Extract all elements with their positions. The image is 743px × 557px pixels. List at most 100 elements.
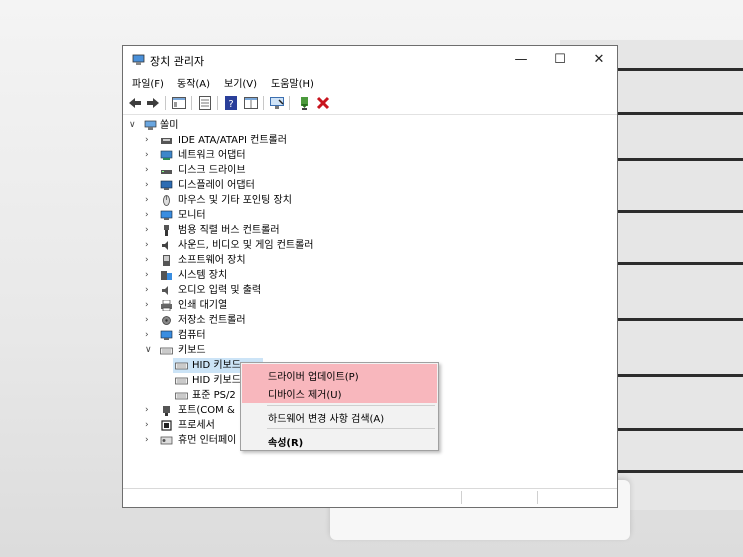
tree-item-label: 마우스 및 기타 포인팅 장치: [178, 195, 292, 206]
tree-item-ports[interactable]: › 포트(COM &: [145, 403, 241, 418]
tree-item-computer[interactable]: › 컴퓨터: [145, 328, 365, 343]
chevron-right-icon[interactable]: ›: [145, 418, 155, 433]
update-driver-item[interactable]: 드라이버 업데이트(P): [268, 368, 359, 383]
tree-item-label: 모니터: [178, 210, 206, 221]
tree-item-print-queue[interactable]: › 인쇄 대기열: [145, 298, 365, 313]
tree-item-label: 범용 직렬 버스 컨트롤러: [178, 225, 280, 236]
chevron-right-icon[interactable]: ›: [145, 208, 155, 223]
mouse-icon: [163, 195, 170, 206]
tree-item-network[interactable]: › 네트워크 어댑터: [145, 148, 365, 163]
audio-io-icon: [162, 286, 168, 295]
chevron-right-icon[interactable]: ›: [145, 178, 155, 193]
properties-icon[interactable]: [197, 95, 213, 111]
tree-item-label: 인쇄 대기열: [178, 300, 228, 311]
chevron-right-icon[interactable]: ›: [145, 403, 155, 418]
close-button[interactable]: ✕: [579, 48, 619, 72]
chevron-down-icon[interactable]: ∨: [145, 343, 155, 358]
printer-icon: [161, 300, 172, 311]
help-icon[interactable]: ?: [223, 95, 239, 111]
tree-item-label: 디스크 드라이브: [178, 165, 246, 176]
tree-item-label: 소프트웨어 장치: [178, 255, 246, 266]
scan-hardware-item[interactable]: 하드웨어 변경 사항 검색(A): [268, 410, 384, 425]
system-device-icon: [161, 271, 172, 280]
svg-text:?: ?: [228, 99, 233, 110]
maximize-button[interactable]: ☐: [540, 48, 580, 72]
tree-item-keyboard[interactable]: ∨ 키보드: [145, 343, 365, 358]
update-driver-icon[interactable]: [297, 95, 313, 111]
tree-item-storage[interactable]: › 저장소 컨트롤러: [145, 313, 365, 328]
tree-item-hid[interactable]: › 휴먼 인터페이: [145, 433, 241, 448]
scan-hardware-icon[interactable]: [269, 95, 285, 111]
menu-separator: [267, 428, 435, 429]
software-device-icon: [163, 255, 170, 266]
tree-item-label: 시스템 장치: [178, 270, 228, 281]
menu-bar: 파일(F) 동작(A) 보기(V) 도움말(H): [123, 74, 617, 92]
tree-item-processor[interactable]: › 프로세서: [145, 418, 241, 433]
keyboard-icon: [175, 362, 188, 370]
uninstall-device-item[interactable]: 디바이스 제거(U): [268, 386, 342, 401]
tree-item-sound[interactable]: › 사운드, 비디오 및 게임 컨트롤러: [145, 238, 365, 253]
chevron-right-icon[interactable]: ›: [145, 223, 155, 238]
chevron-right-icon[interactable]: ›: [145, 148, 155, 163]
keyboard-icon: [175, 377, 188, 385]
tree-root[interactable]: ∨ 쏠미: [129, 118, 289, 133]
tree-item-label: 오디오 입력 및 출력: [178, 285, 262, 296]
chevron-right-icon[interactable]: ›: [145, 238, 155, 253]
chevron-down-icon[interactable]: ∨: [129, 118, 139, 133]
chevron-right-icon[interactable]: ›: [145, 313, 155, 328]
status-bar: [123, 488, 617, 507]
tree-item-audio-io[interactable]: › 오디오 입력 및 출력: [145, 283, 365, 298]
tree-item-label: 키보드: [178, 345, 206, 356]
computer-icon: [160, 330, 173, 340]
tree-item-monitor[interactable]: › 모니터: [145, 208, 365, 223]
chevron-right-icon[interactable]: ›: [145, 253, 155, 268]
ide-controller-icon: [161, 138, 172, 144]
tree-item-label: IDE ATA/ATAPI 컨트롤러: [178, 135, 287, 146]
context-menu: 드라이버 업데이트(P) 디바이스 제거(U) 하드웨어 변경 사항 검색(A)…: [240, 362, 439, 451]
forward-arrow-icon[interactable]: [145, 95, 161, 111]
device-manager-icon: [132, 54, 145, 65]
chevron-right-icon[interactable]: ›: [145, 283, 155, 298]
network-adapter-icon: [160, 150, 173, 160]
tree-item-system[interactable]: › 시스템 장치: [145, 268, 365, 283]
tree-item-label: 저장소 컨트롤러: [178, 315, 246, 326]
storage-controller-icon: [162, 316, 171, 325]
tree-item-display[interactable]: › 디스플레이 어댑터: [145, 178, 365, 193]
tree-item-usb[interactable]: › 범용 직렬 버스 컨트롤러: [145, 223, 365, 238]
menu-view[interactable]: 보기(V): [224, 75, 257, 90]
usb-icon: [164, 225, 169, 236]
root-label: 쏠미: [160, 120, 179, 131]
chevron-right-icon[interactable]: ›: [145, 433, 155, 448]
chevron-right-icon[interactable]: ›: [145, 298, 155, 313]
chevron-right-icon[interactable]: ›: [145, 163, 155, 178]
chevron-right-icon[interactable]: ›: [145, 268, 155, 283]
computer-icon: [144, 120, 157, 130]
minimize-button[interactable]: —: [501, 48, 541, 72]
view-panel-icon[interactable]: [243, 95, 259, 111]
tree-item-label: 휴먼 인터페이: [178, 435, 237, 446]
show-hide-console-icon[interactable]: [171, 95, 187, 111]
menu-action[interactable]: 동작(A): [177, 75, 210, 90]
tree-item-label: 네트워크 어댑터: [178, 150, 246, 161]
display-adapter-icon: [160, 180, 173, 190]
port-icon: [163, 406, 170, 416]
keyboard-icon: [160, 347, 173, 355]
tree-item-mouse[interactable]: › 마우스 및 기타 포인팅 장치: [145, 193, 365, 208]
tree-item-label: 사운드, 비디오 및 게임 컨트롤러: [178, 240, 314, 251]
tree-item-disk[interactable]: › 디스크 드라이브: [145, 163, 365, 178]
chevron-right-icon[interactable]: ›: [145, 193, 155, 208]
back-arrow-icon[interactable]: [127, 95, 143, 111]
chevron-right-icon[interactable]: ›: [145, 328, 155, 343]
tree-item-software[interactable]: › 소프트웨어 장치: [145, 253, 365, 268]
chevron-right-icon[interactable]: ›: [145, 133, 155, 148]
menu-file[interactable]: 파일(F): [132, 75, 164, 90]
tree-item-ide[interactable]: › IDE ATA/ATAPI 컨트롤러: [145, 133, 365, 148]
menu-separator: [267, 405, 435, 406]
uninstall-x-icon[interactable]: [315, 95, 331, 111]
menu-help[interactable]: 도움말(H): [271, 75, 314, 90]
keyboard-icon: [175, 392, 188, 400]
tree-item-label: 디스플레이 어댑터: [178, 180, 255, 191]
tree-item-label: HID 키보드: [192, 360, 241, 371]
processor-icon: [161, 420, 172, 431]
properties-item[interactable]: 속성(R): [268, 434, 303, 449]
